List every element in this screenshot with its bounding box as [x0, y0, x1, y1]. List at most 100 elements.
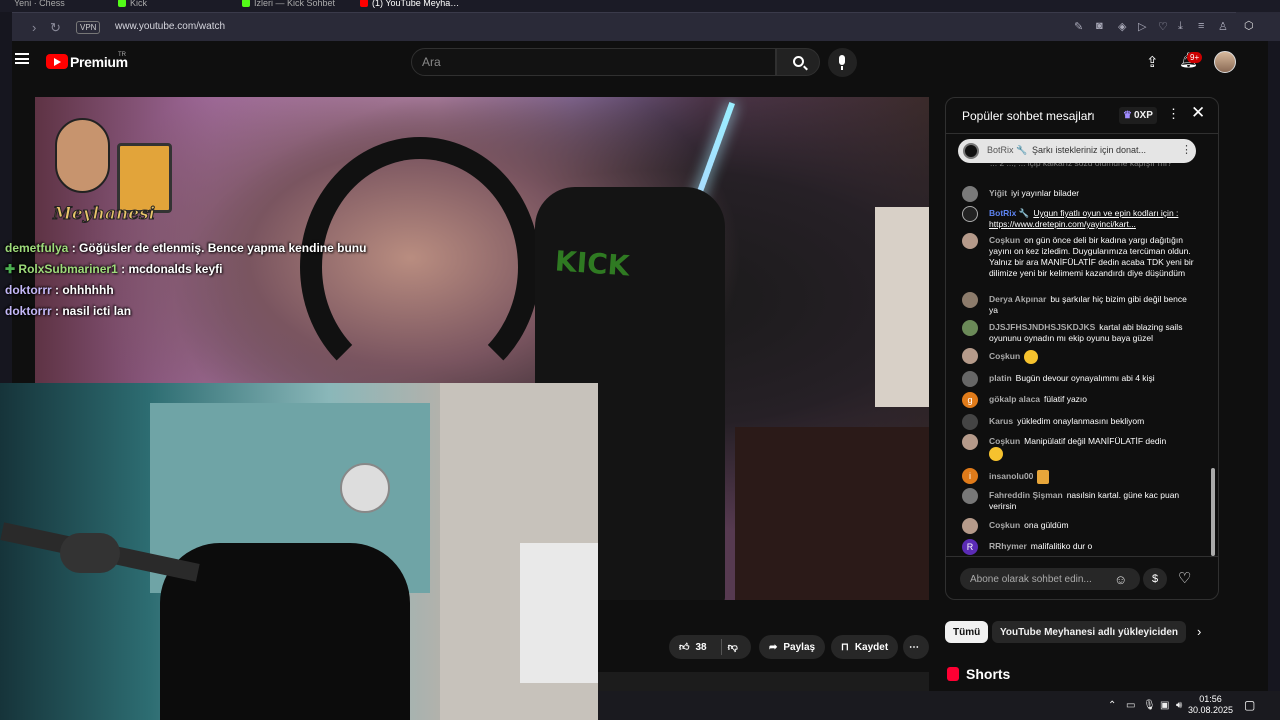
battery-icon[interactable]: ▭	[1126, 700, 1135, 711]
xp-value: 0XP	[1133, 110, 1153, 121]
channel-logo-overlay: Meyhanesi	[45, 108, 195, 238]
shorts-heading: Shorts	[966, 666, 1011, 682]
extension-area: ⬡	[1236, 12, 1280, 41]
overlay-chat-line: doktorrr : nasil icti lan	[5, 304, 131, 318]
botrix-avatar	[963, 143, 979, 159]
like-dislike-group: 👍︎ 38 👎︎	[669, 635, 751, 659]
overlay-chat-text: : ohhhhhh	[55, 283, 114, 297]
avatar	[962, 414, 978, 430]
like-count[interactable]: 38	[695, 642, 706, 653]
author-name: Derya Akpınar	[989, 294, 1047, 304]
profile-icon[interactable]: ♙	[1218, 20, 1228, 33]
search-box	[411, 48, 776, 76]
chevron-right-icon[interactable]: ›	[1197, 624, 1201, 639]
avatar	[962, 206, 978, 222]
picture-in-picture-webcam[interactable]	[0, 383, 598, 720]
shelf	[735, 427, 929, 600]
video-title-area	[598, 672, 929, 691]
streamer-headset	[300, 137, 540, 397]
chat-input-area: ☺ $ ♡	[946, 556, 1218, 599]
save-label: Kaydet	[854, 641, 889, 653]
pip-washing-machine	[520, 543, 598, 683]
beer-emoji-icon	[1037, 470, 1050, 484]
overlay-chat-text: : Göğüsler de etlenmiş. Bence yapma kend…	[71, 241, 367, 255]
chat-more-icon[interactable]: ⋮	[1167, 106, 1180, 122]
chat-message-input[interactable]	[960, 568, 1140, 590]
hamburger-menu-icon[interactable]	[15, 53, 29, 64]
author-name: Coşkun	[989, 520, 1021, 530]
avatar: g	[962, 392, 978, 408]
save-button[interactable]: ⊓ Kaydet	[831, 635, 899, 659]
browser-tab[interactable]: Kick	[118, 0, 147, 10]
avatar	[962, 292, 978, 308]
browser-tab-active[interactable]: (1) YouTube Meyha…	[360, 0, 459, 10]
vpn-badge[interactable]: VPN	[76, 21, 101, 34]
list-icon[interactable]: ≡	[1198, 20, 1204, 32]
pip-microphone	[60, 533, 120, 573]
like-icon[interactable]: 👍︎	[679, 641, 689, 653]
notification-center-icon[interactable]: ▢	[1244, 698, 1255, 712]
crown-icon: ♛	[1123, 110, 1132, 121]
emoji-icon[interactable]: ☺	[1114, 572, 1127, 587]
chat-scrollbar[interactable]	[1211, 468, 1215, 556]
chat-header: Popüler sohbet mesajları ⌄ ♛ 0XP ⋮ ✕	[946, 98, 1218, 134]
browser-tab[interactable]: Izleri — Kick Sohbet	[242, 0, 335, 10]
microphone-tray-icon[interactable]: 🎙︎	[1143, 700, 1156, 711]
more-actions-button[interactable]: ⋯	[903, 635, 929, 659]
heart-icon[interactable]: ♡	[1178, 569, 1191, 587]
message-text: Bugün devour oynayalımmı abi 4 kişi	[1015, 373, 1155, 383]
search-input[interactable]	[422, 49, 762, 75]
system-clock[interactable]: 01:56 30.08.2025	[1188, 694, 1233, 716]
author-name: insanolu00	[989, 471, 1034, 482]
more-icon: ⋯	[909, 641, 919, 653]
chip-uploader[interactable]: YouTube Meyhanesi adlı yükleyiciden	[992, 621, 1187, 643]
browser-tab[interactable]: Yeni · Chess	[14, 0, 65, 10]
chevron-up-icon[interactable]: ⌃	[1108, 700, 1116, 711]
super-chat-icon[interactable]: $	[1143, 568, 1167, 590]
dislike-icon[interactable]: 👎︎	[728, 641, 738, 653]
heart-outline-icon[interactable]: ♡	[1158, 20, 1168, 33]
download-icon[interactable]: ⤓	[1178, 20, 1183, 33]
camera-icon[interactable]: ◙	[1096, 20, 1103, 32]
pinned-message[interactable]: BotRix 🔧 Şarkı istekleriniz için donat..…	[958, 139, 1196, 163]
voice-search-button[interactable]	[828, 48, 857, 77]
create-upload-icon[interactable]: ⇪	[1146, 53, 1159, 71]
edit-icon[interactable]: ✎	[1074, 20, 1083, 33]
play-icon[interactable]: ▷	[1138, 20, 1146, 33]
extension-icon[interactable]: ⬡	[1244, 19, 1254, 32]
user-avatar[interactable]	[1214, 51, 1236, 73]
avatar	[962, 233, 978, 249]
clock-time: 01:56	[1199, 694, 1222, 704]
caricature-face	[55, 118, 110, 193]
author-name: Karus	[989, 416, 1014, 426]
divider	[720, 639, 722, 655]
volume-icon[interactable]: 🔊︎	[1176, 700, 1182, 711]
overlay-chat-name: doktorrr	[5, 283, 52, 297]
address-bar: › ↻ VPN www.youtube.com/watch ✎ ◙ ◈ ▷ ♡ …	[12, 12, 1268, 41]
chip-all[interactable]: Tümü	[945, 621, 989, 643]
tab-label: (1) YouTube Meyha…	[372, 0, 460, 8]
forward-icon[interactable]: ›	[32, 20, 36, 35]
message-text: yükledim onaylanmasını bekliyom	[1017, 416, 1145, 426]
share-icon: ➦	[769, 641, 778, 653]
reload-icon[interactable]: ↻	[50, 20, 61, 36]
author-name: Coşkun	[989, 351, 1021, 362]
kick-icon	[242, 0, 250, 7]
tab-label: Yeni · Chess	[14, 0, 65, 8]
browser-scroll-strip[interactable]	[1268, 41, 1280, 720]
url-text[interactable]: www.youtube.com/watch	[115, 21, 225, 32]
more-vert-icon[interactable]: ⋮	[1181, 143, 1192, 156]
clock-date: 30.08.2025	[1188, 705, 1234, 715]
kick-icon	[118, 0, 126, 7]
xp-badge[interactable]: ♛ 0XP	[1119, 107, 1157, 124]
search-button[interactable]	[776, 48, 820, 76]
network-icon[interactable]: ▣	[1160, 700, 1169, 711]
overlay-chat-line: ✚ RolxSubmariner1 : mcdonalds keyfi	[5, 262, 223, 276]
close-icon[interactable]: ✕	[1191, 103, 1205, 123]
chat-mode-title[interactable]: Popüler sohbet mesajları	[962, 109, 1095, 123]
youtube-logo-icon[interactable]	[46, 54, 68, 69]
shield-icon[interactable]: ◈	[1118, 20, 1126, 33]
overlay-chat-name: demetfulya	[5, 241, 69, 255]
share-button[interactable]: ➦ Paylaş	[759, 635, 826, 659]
chevron-down-icon[interactable]: ⌄	[1086, 107, 1094, 118]
